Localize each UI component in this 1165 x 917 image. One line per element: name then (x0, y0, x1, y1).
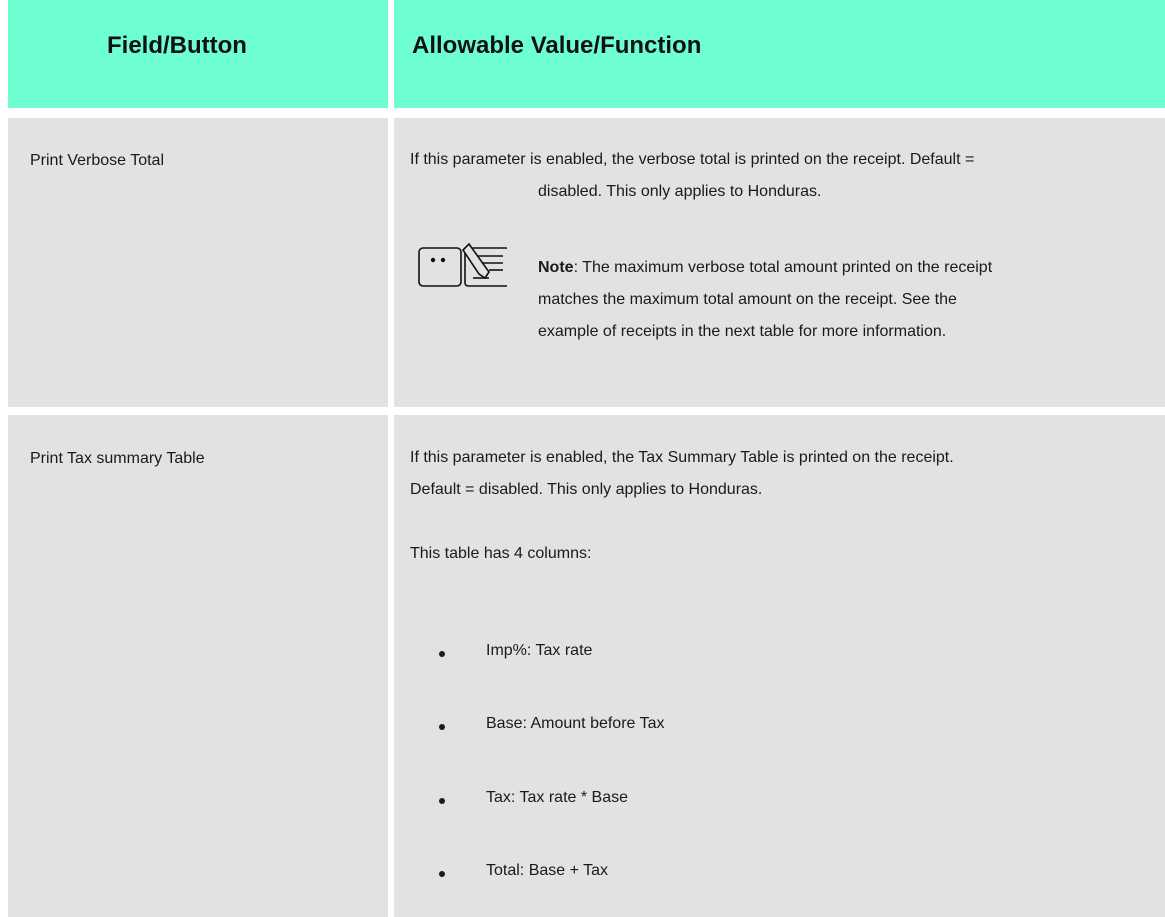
field-name: Print Verbose Total (30, 152, 165, 169)
description-line: Default = disabled. This only applies to… (410, 481, 763, 498)
column-header-field: Field/Button (107, 32, 247, 59)
bullet-icon (439, 651, 445, 657)
note-icon (418, 242, 507, 287)
table-row-2-value-cell: If this parameter is enabled, the Tax Su… (394, 415, 1165, 917)
columns-intro: This table has 4 columns: (410, 545, 592, 562)
note-line: matches the maximum total amount on the … (538, 291, 957, 308)
note-line: example of receipts in the next table fo… (538, 323, 947, 340)
parameters-table: Field/Button Allowable Value/Function Pr… (0, 0, 1165, 917)
description-line: disabled. This only applies to Honduras. (538, 183, 822, 200)
list-item-text: Imp%: Tax rate (486, 642, 593, 659)
list-item-text: Tax: Tax rate * Base (486, 789, 628, 806)
bullet-icon (439, 798, 445, 804)
description-line: If this parameter is enabled, the verbos… (410, 151, 975, 168)
table-row-1-value-cell: If this parameter is enabled, the verbos… (394, 118, 1165, 407)
table-row-1-field-cell: Print Verbose Total (8, 118, 388, 407)
list-item-text: Total: Base + Tax (486, 862, 608, 879)
bullet-icon (439, 724, 445, 730)
table-header-value-cell: Allowable Value/Function (394, 0, 1165, 108)
table-row-2-field-cell: Print Tax summary Table (8, 415, 388, 917)
table-header-field-cell: Field/Button (8, 0, 388, 108)
description-line: If this parameter is enabled, the Tax Su… (410, 449, 954, 466)
note-text: : The maximum verbose total amount print… (573, 259, 993, 276)
field-name: Print Tax summary Table (30, 450, 205, 467)
note-line: Note: The maximum verbose total amount p… (538, 252, 992, 284)
column-header-value: Allowable Value/Function (412, 32, 702, 59)
bullet-icon (439, 871, 445, 877)
note-label: Note (538, 259, 574, 276)
list-item-text: Base: Amount before Tax (486, 715, 665, 732)
